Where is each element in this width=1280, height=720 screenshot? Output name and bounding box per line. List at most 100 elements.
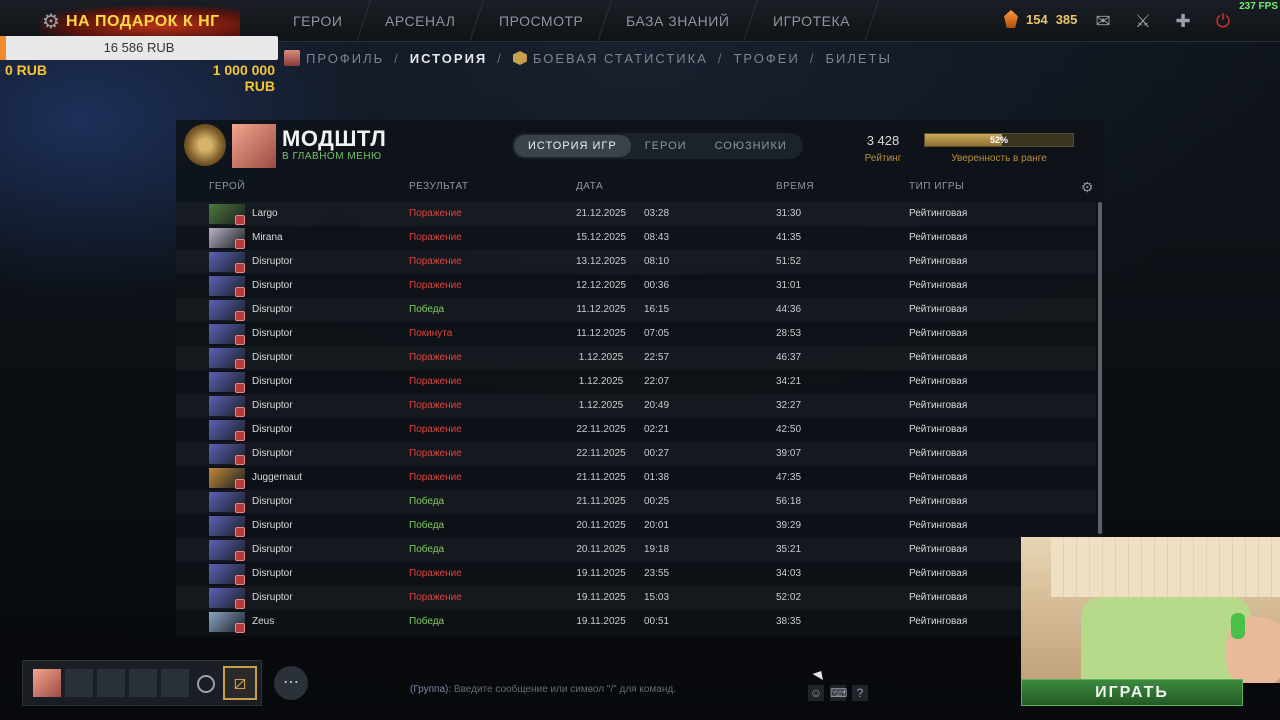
table-row[interactable]: Disruptor Победа 11.12.2025 16:15 44:36 Рейти… bbox=[176, 298, 1096, 322]
subnav-history[interactable]: ИСТОРИЯ bbox=[410, 51, 488, 66]
header-date[interactable]: ДАТА bbox=[576, 181, 603, 192]
role-badge-icon bbox=[235, 383, 245, 393]
wheel-icon[interactable]: ⌨ bbox=[830, 685, 847, 701]
match-duration: 39:29 bbox=[776, 520, 802, 531]
table-row[interactable]: Mirana Поражение 15.12.2025 08:43 41:35 Рейти… bbox=[176, 226, 1096, 250]
game-type: Рейтинговая bbox=[909, 304, 968, 315]
table-row[interactable]: Disruptor Победа 20.11.2025 20:01 39:29 Рейти… bbox=[176, 514, 1096, 538]
game-type: Рейтинговая bbox=[909, 280, 968, 291]
nav-arsenal[interactable]: АРСЕНАЛ bbox=[357, 0, 485, 42]
match-list: Largo Поражение 21.12.2025 03:28 31:30 Рейтин… bbox=[176, 202, 1096, 634]
table-row[interactable]: Disruptor Поражение 1.12.2025 20:49 32:27 Рей… bbox=[176, 394, 1096, 418]
power-icon[interactable]: ⏻ bbox=[1210, 8, 1236, 34]
avatar[interactable] bbox=[232, 124, 276, 168]
nav-watch[interactable]: ПРОСМОТР bbox=[471, 0, 613, 42]
header-hero[interactable]: ГЕРОЙ bbox=[209, 181, 245, 192]
emoji-icon[interactable]: ☺ bbox=[808, 685, 824, 701]
rank-medal-icon[interactable] bbox=[184, 124, 226, 166]
table-row[interactable]: Largo Поражение 21.12.2025 03:28 31:30 Рейтин… bbox=[176, 202, 1096, 226]
subnav-trophies[interactable]: ТРОФЕИ bbox=[733, 51, 799, 66]
header-game-type[interactable]: ТИП ИГРЫ bbox=[909, 181, 964, 192]
gift-banner[interactable]: ⚙ НА ПОДАРОК К НГ bbox=[40, 6, 240, 38]
game-type: Рейтинговая bbox=[909, 568, 968, 579]
match-date: 1.12.2025 bbox=[578, 352, 624, 363]
party-slot-self[interactable] bbox=[33, 669, 61, 697]
table-row[interactable]: Disruptor Поражение 1.12.2025 22:57 46:37 Рей… bbox=[176, 346, 1096, 370]
chat-input[interactable]: (Группа): Введите сообщение или символ "… bbox=[410, 684, 870, 704]
nav-learn[interactable]: БАЗА ЗНАНИЙ bbox=[598, 0, 759, 42]
match-time: 16:15 bbox=[644, 304, 670, 315]
hero-name: Disruptor bbox=[252, 448, 293, 459]
table-row[interactable]: Disruptor Покинута 11.12.2025 07:05 28:53 Рей… bbox=[176, 322, 1096, 346]
table-row[interactable]: Zeus Победа 19.11.2025 00:51 38:35 Рейтингова… bbox=[176, 610, 1096, 634]
table-row[interactable]: Disruptor Победа 21.11.2025 00:25 56:18 Рейти… bbox=[176, 490, 1096, 514]
stats-icon bbox=[512, 51, 527, 65]
main-nav: ГЕРОИ АРСЕНАЛ ПРОСМОТР БАЗА ЗНАНИЙ ИГРОТ… bbox=[265, 0, 879, 42]
match-date: 19.11.2025 bbox=[576, 616, 626, 627]
table-row[interactable]: Juggernaut Поражение 21.11.2025 01:38 47:35 Р… bbox=[176, 466, 1096, 490]
gear-icon[interactable]: ⚙ bbox=[1081, 179, 1094, 196]
currency[interactable]: 154 385 bbox=[1004, 10, 1077, 28]
table-header: ГЕРОЙ РЕЗУЛЬТАТ ДАТА ВРЕМЯ ТИП ИГРЫ bbox=[176, 180, 1104, 196]
match-duration: 52:02 bbox=[776, 592, 802, 603]
table-row[interactable]: Disruptor Победа 20.11.2025 19:18 35:21 Рейти… bbox=[176, 538, 1096, 562]
nav-heroes[interactable]: ГЕРОИ bbox=[265, 0, 372, 42]
more-icon[interactable]: ⋯ bbox=[274, 666, 308, 700]
subnav-combat-stats[interactable]: БОЕВАЯ СТАТИСТИКА bbox=[512, 51, 708, 66]
match-result: Поражение bbox=[409, 376, 462, 387]
table-row[interactable]: Disruptor Поражение 22.11.2025 00:27 39:07 Ре… bbox=[176, 442, 1096, 466]
scrollbar[interactable] bbox=[1098, 202, 1102, 534]
role-badge-icon bbox=[235, 359, 245, 369]
match-result: Поражение bbox=[409, 232, 462, 243]
match-date: 21.12.2025 bbox=[576, 208, 627, 219]
role-badge-icon bbox=[235, 215, 245, 225]
nav-label: БАЗА ЗНАНИЙ bbox=[626, 13, 730, 29]
armory-icon[interactable]: ⚔ bbox=[1130, 8, 1156, 34]
match-time: 02:21 bbox=[644, 424, 670, 435]
party-slot[interactable] bbox=[161, 669, 189, 697]
subnav-profile[interactable]: ПРОФИЛЬ bbox=[284, 50, 384, 66]
game-type: Рейтинговая bbox=[909, 544, 968, 555]
role-badge-icon bbox=[235, 335, 245, 345]
role-badge-icon bbox=[235, 263, 245, 273]
party-slot[interactable] bbox=[97, 669, 125, 697]
subnav-tickets[interactable]: БИЛЕТЫ bbox=[825, 51, 892, 66]
match-result: Поражение bbox=[409, 448, 462, 459]
header-result[interactable]: РЕЗУЛЬТАТ bbox=[409, 181, 468, 192]
settings-icon[interactable]: ⚙ bbox=[40, 11, 62, 33]
match-result: Поражение bbox=[409, 472, 462, 483]
role-badge-icon bbox=[235, 503, 245, 513]
table-row[interactable]: Disruptor Поражение 12.12.2025 00:36 31:01 Ре… bbox=[176, 274, 1096, 298]
party-slot[interactable] bbox=[129, 669, 157, 697]
voice-icon[interactable] bbox=[197, 675, 215, 693]
table-row[interactable]: Disruptor Поражение 19.11.2025 15:03 52:02 Ре… bbox=[176, 586, 1096, 610]
role-badge-icon bbox=[235, 455, 245, 465]
hero-name: Disruptor bbox=[252, 304, 293, 315]
role-badge-icon bbox=[235, 527, 245, 537]
match-date: 1.12.2025 bbox=[578, 376, 624, 387]
chat-icon[interactable]: ✉ bbox=[1090, 8, 1116, 34]
subnav-label: ТРОФЕИ bbox=[733, 50, 800, 66]
match-result: Поражение bbox=[409, 256, 462, 267]
dota-plus-icon[interactable]: ⧄ bbox=[223, 666, 257, 700]
table-row[interactable]: Disruptor Поражение 19.11.2025 23:55 34:03 Ре… bbox=[176, 562, 1096, 586]
match-duration: 46:37 bbox=[776, 352, 802, 363]
help-icon[interactable]: ? bbox=[852, 685, 868, 701]
match-date: 21.11.2025 bbox=[576, 496, 626, 507]
party-slot[interactable] bbox=[65, 669, 93, 697]
table-row[interactable]: Disruptor Поражение 1.12.2025 22:07 34:21 Рей… bbox=[176, 370, 1096, 394]
plus-icon[interactable]: ✚ bbox=[1170, 8, 1196, 34]
play-button[interactable]: ИГРАТЬ bbox=[1021, 679, 1243, 706]
player-name: МОДШТЛ bbox=[282, 126, 387, 151]
header-duration[interactable]: ВРЕМЯ bbox=[776, 181, 814, 192]
table-row[interactable]: Disruptor Поражение 22.11.2025 02:21 42:50 Ре… bbox=[176, 418, 1096, 442]
nav-arcade[interactable]: ИГРОТЕКА bbox=[744, 0, 879, 42]
tab-heroes[interactable]: ГЕРОИ bbox=[631, 135, 701, 157]
rating-label: Рейтинг bbox=[864, 153, 902, 164]
match-time: 20:01 bbox=[644, 520, 670, 531]
tab-match-history[interactable]: ИСТОРИЯ ИГР bbox=[514, 135, 631, 157]
match-time: 00:27 bbox=[644, 448, 670, 459]
party-bar: ⧄ bbox=[22, 660, 262, 706]
table-row[interactable]: Disruptor Поражение 13.12.2025 08:10 51:52 Ре… bbox=[176, 250, 1096, 274]
tab-allies[interactable]: СОЮЗНИКИ bbox=[701, 135, 801, 157]
